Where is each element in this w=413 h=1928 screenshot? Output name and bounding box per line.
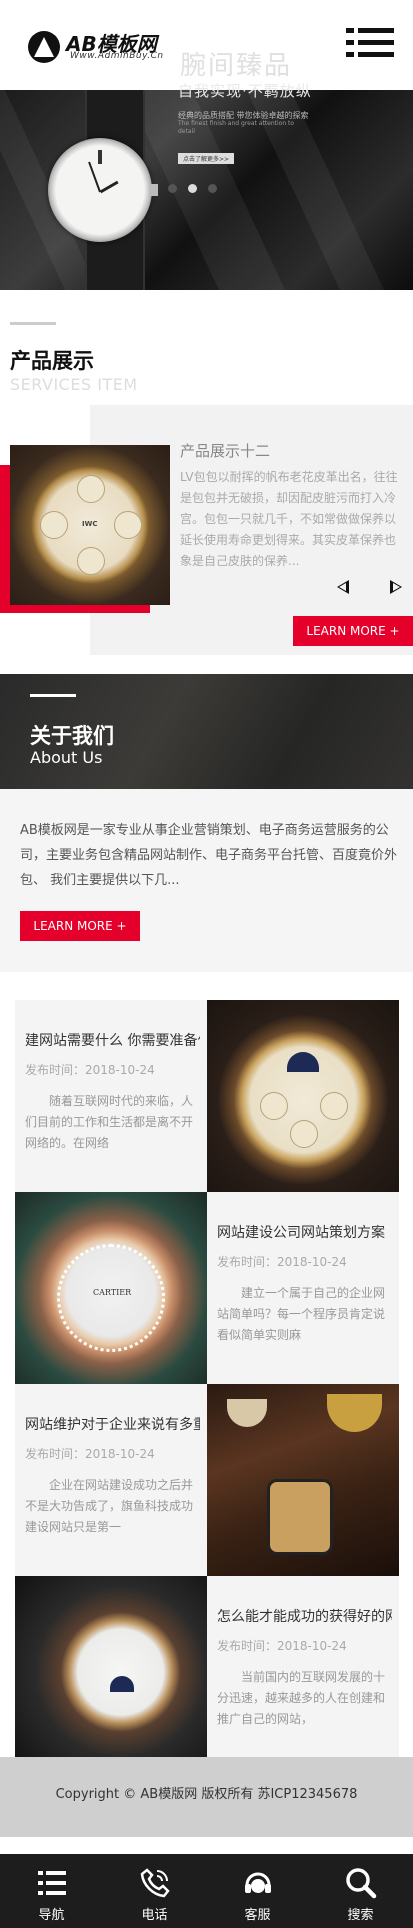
nav-item-menu[interactable]: 导航: [0, 1854, 103, 1928]
tea-cup: [227, 1399, 267, 1427]
logo-subtext: Www.AdminBuy.Cn: [70, 51, 164, 61]
nav-item-phone[interactable]: 电话: [103, 1854, 206, 1928]
search-icon: [346, 1868, 377, 1899]
moon-phase-icon: [110, 1676, 134, 1692]
carousel-dot[interactable]: [168, 184, 177, 193]
next-arrow-icon[interactable]: [390, 580, 402, 594]
news-excerpt: 随着互联网时代的来临，人们目前的工作和生活都是离不开网络的。在网络: [25, 1094, 194, 1150]
banner-more-link[interactable]: 点击了解更多>>: [178, 153, 235, 164]
section-divider: [30, 694, 76, 697]
about-subtitle: About Us: [30, 748, 103, 767]
diamond-bezel: [57, 1244, 165, 1352]
banner-title: 腕间臻品: [180, 51, 293, 81]
menu-list-icon: [38, 1871, 66, 1895]
nav-item-search[interactable]: 搜索: [309, 1854, 412, 1928]
watch-crown: [150, 184, 158, 196]
bottom-nav: 导航 电话 客服 搜索: [0, 1854, 413, 1928]
nav-label: 导航: [38, 1908, 65, 1923]
watch-object: [267, 1479, 333, 1555]
tea-cup: [327, 1394, 382, 1432]
news-image[interactable]: [207, 1000, 399, 1192]
watch-dial-mark: [98, 150, 102, 164]
phone-icon: [140, 1868, 170, 1898]
news-date: 发布时间：2018-10-24: [217, 1255, 347, 1269]
news-excerpt: 企业在网站建设成功之后并不是大功告成了，旗鱼科技成功建设网站只是第一: [25, 1478, 194, 1534]
news-excerpt: 当前国内的互联网发展的十分迅速，越来越多的人在创建和推广自己的网站，: [217, 1670, 386, 1726]
news-item[interactable]: 网站建设公司网站策划方案 发布时间：2018-10-24 建立一个属于自己的企业…: [207, 1192, 399, 1384]
news-image[interactable]: [15, 1576, 207, 1768]
nav-label: 搜索: [347, 1908, 374, 1923]
news-item[interactable]: 建网站需要什么 你需要准备什么 发布时间：2018-10-24 随着互联网时代的…: [15, 1000, 207, 1192]
news-title[interactable]: 怎么能才能成功的获得好的网站: [217, 1606, 392, 1626]
news-item[interactable]: 怎么能才能成功的获得好的网站 发布时间：2018-10-24 当前国内的互联网发…: [207, 1576, 399, 1768]
news-item[interactable]: 网站维护对于企业来说有多重要 发布时间：2018-10-24 企业在网站建设成功…: [15, 1384, 207, 1576]
nav-label: 客服: [244, 1908, 271, 1923]
news-date: 发布时间：2018-10-24: [25, 1063, 155, 1077]
news-title[interactable]: 建网站需要什么 你需要准备什么: [25, 1030, 200, 1050]
prev-arrow-icon[interactable]: [337, 580, 349, 594]
logo-icon[interactable]: [28, 31, 60, 63]
products-learn-more-button[interactable]: LEARN MORE +: [293, 616, 413, 646]
copyright-text: Copyright © AB模版网 版权所有 苏ICP12345678: [55, 1787, 358, 1802]
news-date: 发布时间：2018-10-24: [217, 1639, 347, 1653]
about-learn-more-button[interactable]: LEARN MORE +: [20, 911, 140, 941]
carousel-dot[interactable]: [208, 184, 217, 193]
news-title[interactable]: 网站维护对于企业来说有多重要: [25, 1414, 200, 1434]
products-subtitle: SERVICES ITEM: [10, 375, 138, 394]
news-excerpt: 建立一个属于自己的企业网站简单吗？每一个程序员肯定说看似简单实则麻: [217, 1286, 386, 1342]
section-divider: [10, 322, 56, 325]
nav-label: 电话: [141, 1908, 168, 1923]
banner-subtitle: 自我实现·不羁放纵: [178, 82, 312, 100]
products-title: 产品展示: [10, 349, 94, 373]
moon-phase-icon: [287, 1052, 319, 1072]
news-title[interactable]: 网站建设公司网站策划方案: [217, 1222, 392, 1242]
product-description: LV包包以耐挥的帆布老花皮革出名，往往是包包并无破损，却因配皮脏污而打入冷宫。包…: [180, 470, 398, 568]
watch-brand-mark: IWC: [82, 520, 98, 528]
watch-brand-mark: CARTIER: [93, 1288, 132, 1297]
news-image[interactable]: [207, 1384, 399, 1576]
about-title: 关于我们: [30, 724, 114, 748]
product-image[interactable]: IWC: [10, 445, 170, 605]
customer-service-icon: [245, 1872, 271, 1893]
banner-description-en: The finest finish and great attention to…: [178, 120, 295, 135]
carousel-dots: [168, 178, 228, 197]
hamburger-icon[interactable]: [346, 25, 394, 61]
carousel-dot-active[interactable]: [188, 184, 197, 193]
about-text: AB模板网是一家专业从事企业营销策划、电子商务运营服务的公司，主要业务包含精品网…: [20, 823, 398, 888]
news-date: 发布时间：2018-10-24: [25, 1447, 155, 1461]
news-image[interactable]: CARTIER: [15, 1192, 207, 1384]
nav-item-service[interactable]: 客服: [206, 1854, 309, 1928]
product-name[interactable]: 产品展示十二: [180, 440, 270, 461]
